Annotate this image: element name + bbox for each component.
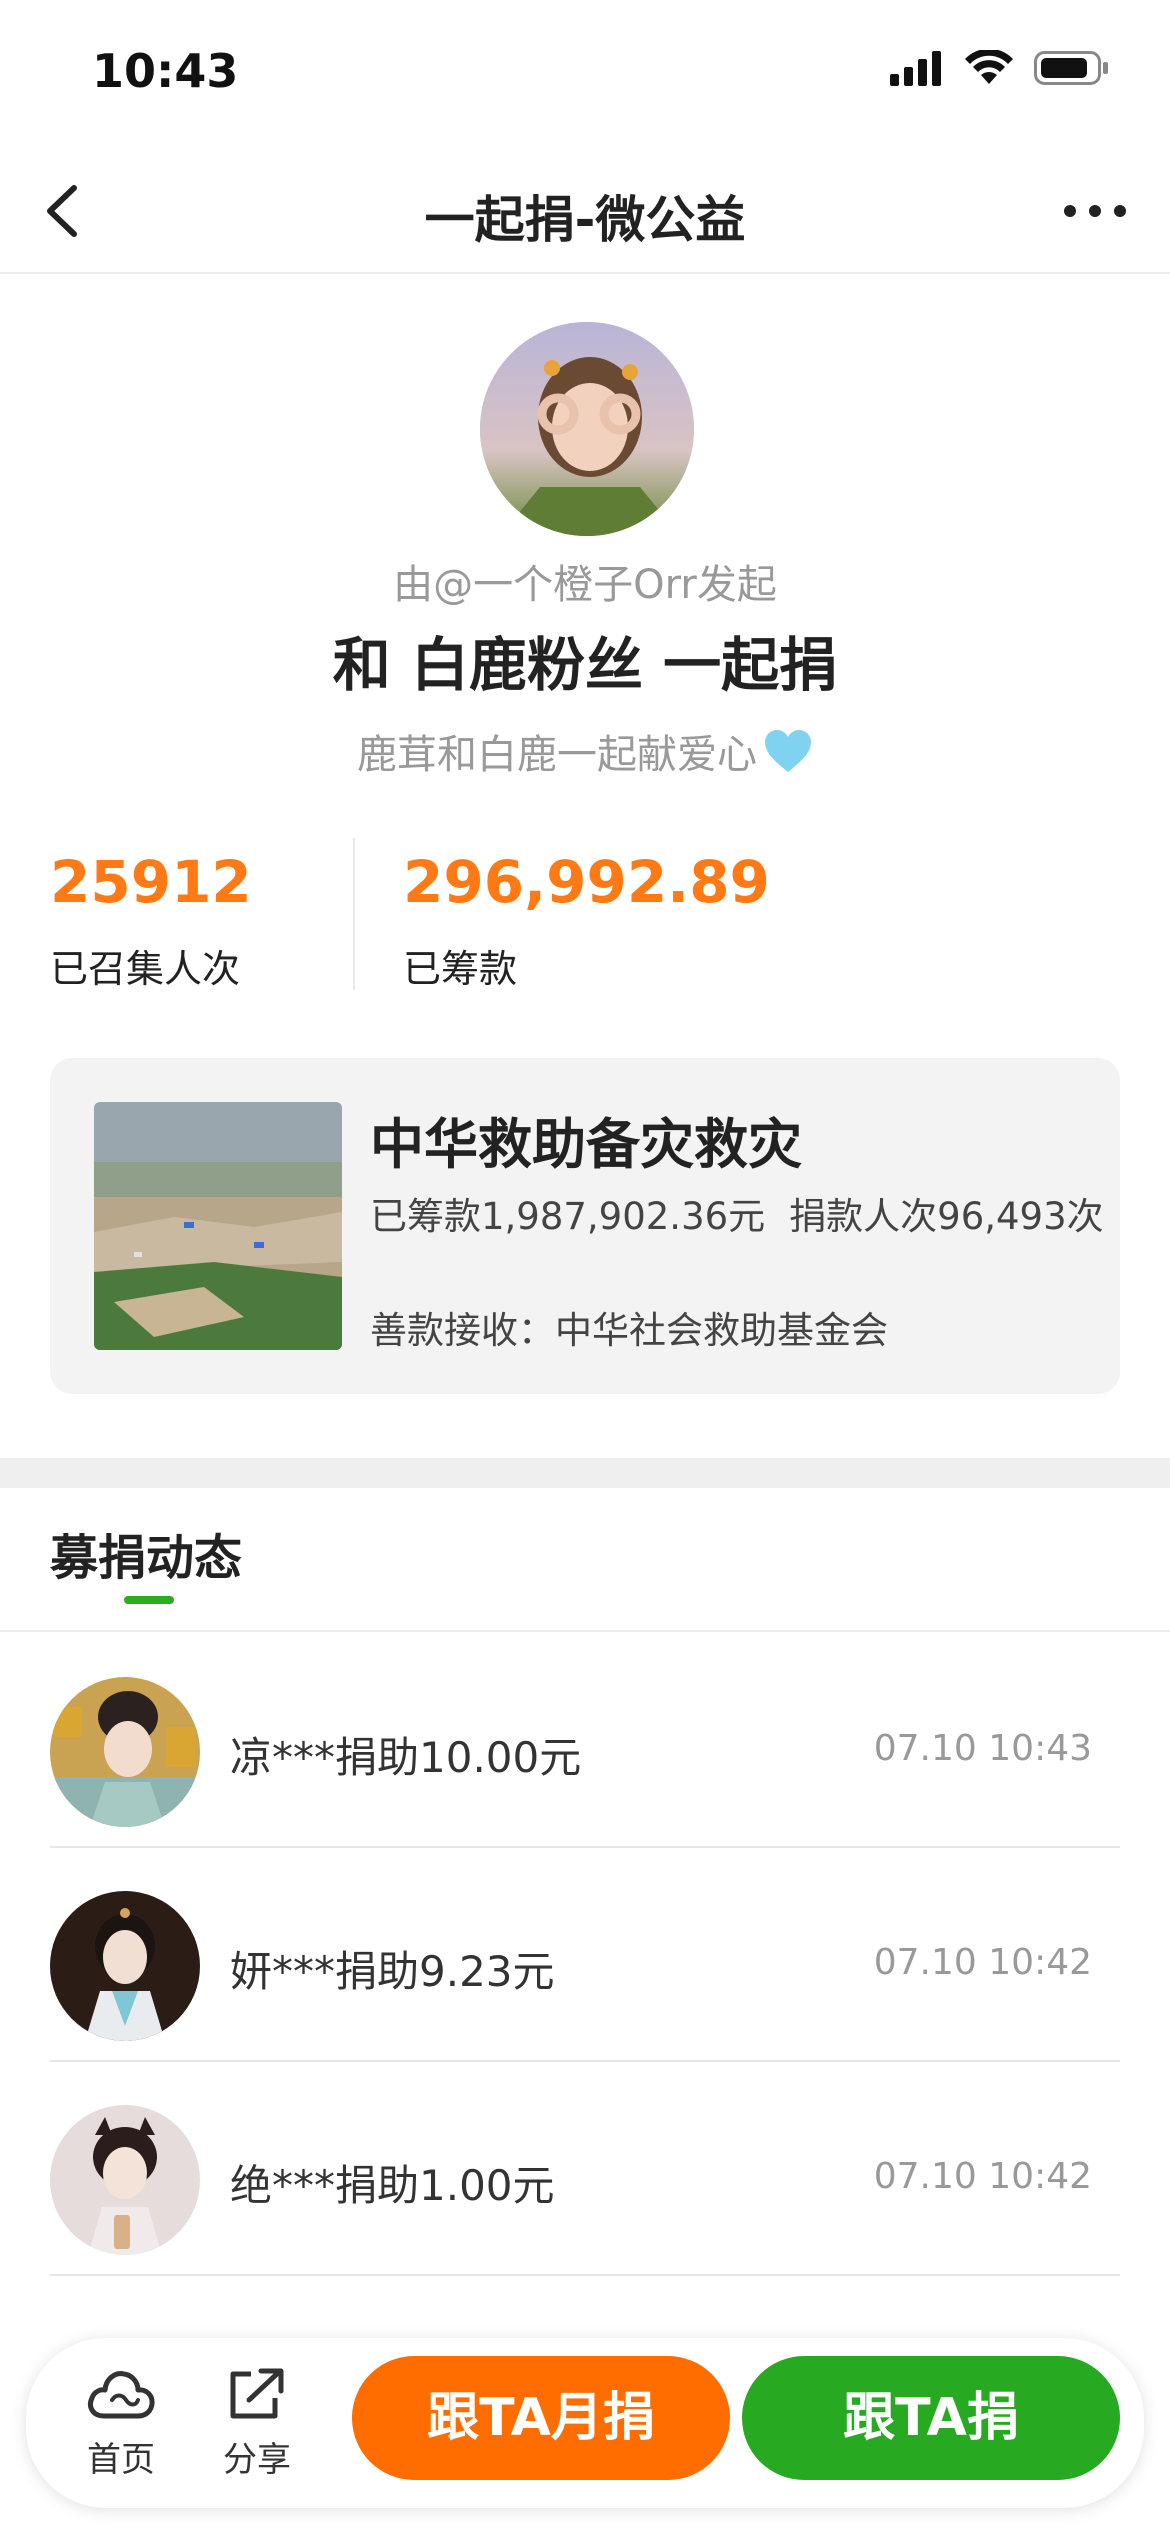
section-divider (0, 1458, 1170, 1488)
project-card[interactable]: 中华救助备灾救灾 已筹款1,987,902.36元 捐款人次96,493次 善款… (50, 1058, 1120, 1394)
campaign-description-text: 鹿茸和白鹿一起献爱心 (357, 732, 757, 778)
battery-icon (1034, 51, 1108, 85)
project-stats: 已筹款1,987,902.36元 捐款人次96,493次 (370, 1186, 1104, 1240)
project-donor-count: 捐款人次96,493次 (789, 1195, 1104, 1238)
tab-bar: 募捐动态 (0, 1488, 1170, 1632)
status-time: 10:43 (92, 44, 239, 98)
raised-label: 已筹款 (403, 947, 518, 991)
active-tab-indicator (124, 1596, 174, 1604)
initiator-avatar[interactable] (480, 322, 694, 536)
donation-text: 绝***捐助1.00元 (230, 2161, 555, 2210)
nav-bar: 一起捐-微公益 (0, 150, 1170, 274)
avatar (50, 2105, 200, 2255)
bottom-action-bar: 首页 分享 跟TA月捐 跟TA捐 (26, 2338, 1144, 2508)
tab-donation-activity[interactable]: 募捐动态 (50, 1518, 242, 1588)
participants-label: 已召集人次 (50, 947, 241, 991)
page-title: 一起捐-微公益 (424, 191, 746, 249)
flood-aerial-photo (94, 1102, 342, 1350)
list-item[interactable]: 绝***捐助1.00元 07.10 10:42 (0, 2062, 1170, 2276)
wifi-icon (965, 50, 1013, 84)
light-blue-heart-icon (765, 730, 811, 772)
initiator-text: 由@一个橙子Orr发起 (393, 562, 777, 608)
cellular-signal-icon (890, 51, 941, 86)
campaign-title: 和 白鹿粉丝 一起捐 (332, 631, 838, 699)
home-cloud-icon (88, 2371, 155, 2419)
stats-divider (353, 838, 355, 990)
share-button[interactable]: 分享 (202, 2366, 312, 2481)
follow-donate-button[interactable]: 跟TA捐 (742, 2356, 1120, 2480)
share-icon (230, 2368, 284, 2419)
project-raised: 已筹款1,987,902.36元 (370, 1195, 766, 1238)
donation-time: 07.10 10:43 (873, 1728, 1092, 1769)
share-label: 分享 (223, 2440, 291, 2480)
donation-text: 凉***捐助10.00元 (230, 1733, 582, 1782)
home-label: 首页 (87, 2440, 155, 2480)
status-bar: 10:43 (0, 0, 1170, 150)
campaign-description: 鹿茸和白鹿一起献爱心 (0, 722, 1170, 780)
raised-amount: 296,992.89 (403, 848, 770, 916)
donation-time: 07.10 10:42 (873, 1942, 1092, 1983)
avatar (50, 1891, 200, 2041)
home-button[interactable]: 首页 (66, 2366, 176, 2481)
status-icons (890, 50, 1110, 86)
project-receiver: 善款接收：中华社会救助基金会 (370, 1309, 888, 1352)
campaign-stats: 25912 已召集人次 296,992.89 已筹款 (0, 838, 1170, 998)
list-item[interactable]: 凉***捐助10.00元 07.10 10:43 (0, 1634, 1170, 1848)
follow-monthly-donate-button[interactable]: 跟TA月捐 (352, 2356, 730, 2480)
donation-time: 07.10 10:42 (873, 2156, 1092, 2197)
project-name: 中华救助备灾救灾 (370, 1113, 802, 1176)
participants-count: 25912 (50, 848, 252, 916)
more-options-icon[interactable] (1060, 196, 1130, 226)
donation-text: 妍***捐助9.23元 (230, 1947, 555, 1996)
donation-list: 凉***捐助10.00元 07.10 10:43 妍***捐助9.23元 07.… (0, 1634, 1170, 2276)
avatar (50, 1677, 200, 1827)
list-item[interactable]: 妍***捐助9.23元 07.10 10:42 (0, 1848, 1170, 2062)
